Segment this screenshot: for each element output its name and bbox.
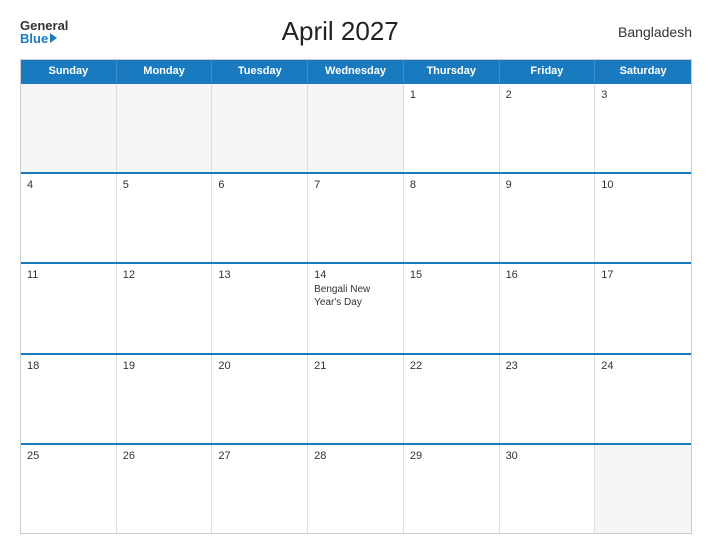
- logo-general-text: General: [20, 19, 68, 32]
- col-monday: Monday: [117, 60, 213, 82]
- calendar-page: General Blue April 2027 Bangladesh Sunda…: [0, 0, 712, 550]
- cal-cell: 12: [117, 264, 213, 352]
- col-sunday: Sunday: [21, 60, 117, 82]
- cal-cell: 20: [212, 355, 308, 443]
- day-number: 28: [314, 450, 397, 462]
- cal-cell: 15: [404, 264, 500, 352]
- col-saturday: Saturday: [595, 60, 691, 82]
- day-number: 10: [601, 179, 685, 191]
- cal-cell: 14 Bengali New Year's Day: [308, 264, 404, 352]
- day-number: 13: [218, 269, 301, 281]
- holiday-label: Bengali New Year's Day: [314, 283, 397, 309]
- day-number: 23: [506, 360, 589, 372]
- day-number: 26: [123, 450, 206, 462]
- col-friday: Friday: [500, 60, 596, 82]
- month-title: April 2027: [68, 16, 612, 47]
- cal-cell: 8: [404, 174, 500, 262]
- cal-cell: 17: [595, 264, 691, 352]
- cal-cell: 30: [500, 445, 596, 533]
- cal-cell: 10: [595, 174, 691, 262]
- day-number: 19: [123, 360, 206, 372]
- logo-triangle-icon: [50, 33, 57, 43]
- day-number: 12: [123, 269, 206, 281]
- col-wednesday: Wednesday: [308, 60, 404, 82]
- calendar-body: 1234567891011121314Bengali New Year's Da…: [21, 82, 691, 533]
- cal-cell: 23: [500, 355, 596, 443]
- cal-cell: 27: [212, 445, 308, 533]
- cal-cell: [595, 445, 691, 533]
- calendar-header: Sunday Monday Tuesday Wednesday Thursday…: [21, 60, 691, 82]
- cal-cell: 18: [21, 355, 117, 443]
- col-thursday: Thursday: [404, 60, 500, 82]
- day-number: 5: [123, 179, 206, 191]
- cal-cell: 16: [500, 264, 596, 352]
- day-number: 15: [410, 269, 493, 281]
- col-tuesday: Tuesday: [212, 60, 308, 82]
- cal-cell: 1: [404, 84, 500, 172]
- header: General Blue April 2027 Bangladesh: [20, 16, 692, 47]
- day-number: 18: [27, 360, 110, 372]
- cal-cell: 5: [117, 174, 213, 262]
- cal-cell: 25: [21, 445, 117, 533]
- cal-cell: 29: [404, 445, 500, 533]
- day-number: 17: [601, 269, 685, 281]
- day-number: 3: [601, 89, 685, 101]
- cal-cell: 11: [21, 264, 117, 352]
- day-number: 30: [506, 450, 589, 462]
- cal-cell: 13: [212, 264, 308, 352]
- day-number: 14: [314, 269, 397, 281]
- day-number: 22: [410, 360, 493, 372]
- cal-cell: 28: [308, 445, 404, 533]
- cal-cell: 24: [595, 355, 691, 443]
- day-number: 29: [410, 450, 493, 462]
- cal-cell: [212, 84, 308, 172]
- country-label: Bangladesh: [612, 24, 692, 40]
- cal-cell: 2: [500, 84, 596, 172]
- calendar-week-1: 1 23: [21, 82, 691, 172]
- calendar-week-3: 11 12 13 14 Bengali New Year's Day 15 16 17: [21, 262, 691, 352]
- day-number: 20: [218, 360, 301, 372]
- day-number: 8: [410, 179, 493, 191]
- cal-cell: [117, 84, 213, 172]
- cal-cell: 26: [117, 445, 213, 533]
- cal-cell: 7: [308, 174, 404, 262]
- day-number: 25: [27, 450, 110, 462]
- day-number: 27: [218, 450, 301, 462]
- calendar: Sunday Monday Tuesday Wednesday Thursday…: [20, 59, 692, 534]
- cal-cell: 4: [21, 174, 117, 262]
- day-number: 4: [27, 179, 110, 191]
- day-number: 1: [410, 89, 493, 101]
- day-number: 16: [506, 269, 589, 281]
- day-number: 6: [218, 179, 301, 191]
- logo: General Blue: [20, 19, 68, 45]
- logo-blue-text: Blue: [20, 32, 57, 45]
- cal-cell: 22: [404, 355, 500, 443]
- day-number: 24: [601, 360, 685, 372]
- cal-cell: 3: [595, 84, 691, 172]
- cal-cell: 6: [212, 174, 308, 262]
- day-number: 11: [27, 269, 110, 281]
- cal-cell: 9: [500, 174, 596, 262]
- calendar-week-2: 4 56 7 8 9 10: [21, 172, 691, 262]
- day-number: 21: [314, 360, 397, 372]
- calendar-week-4: 18 19 20 21 22 23 24: [21, 353, 691, 443]
- cal-cell: [308, 84, 404, 172]
- cal-cell: 21: [308, 355, 404, 443]
- day-number: 2: [506, 89, 589, 101]
- cal-cell: [21, 84, 117, 172]
- cal-cell: 19: [117, 355, 213, 443]
- day-number: 7: [314, 179, 397, 191]
- day-number: 9: [506, 179, 589, 191]
- calendar-week-5: 25 26 27 28 29 30: [21, 443, 691, 533]
